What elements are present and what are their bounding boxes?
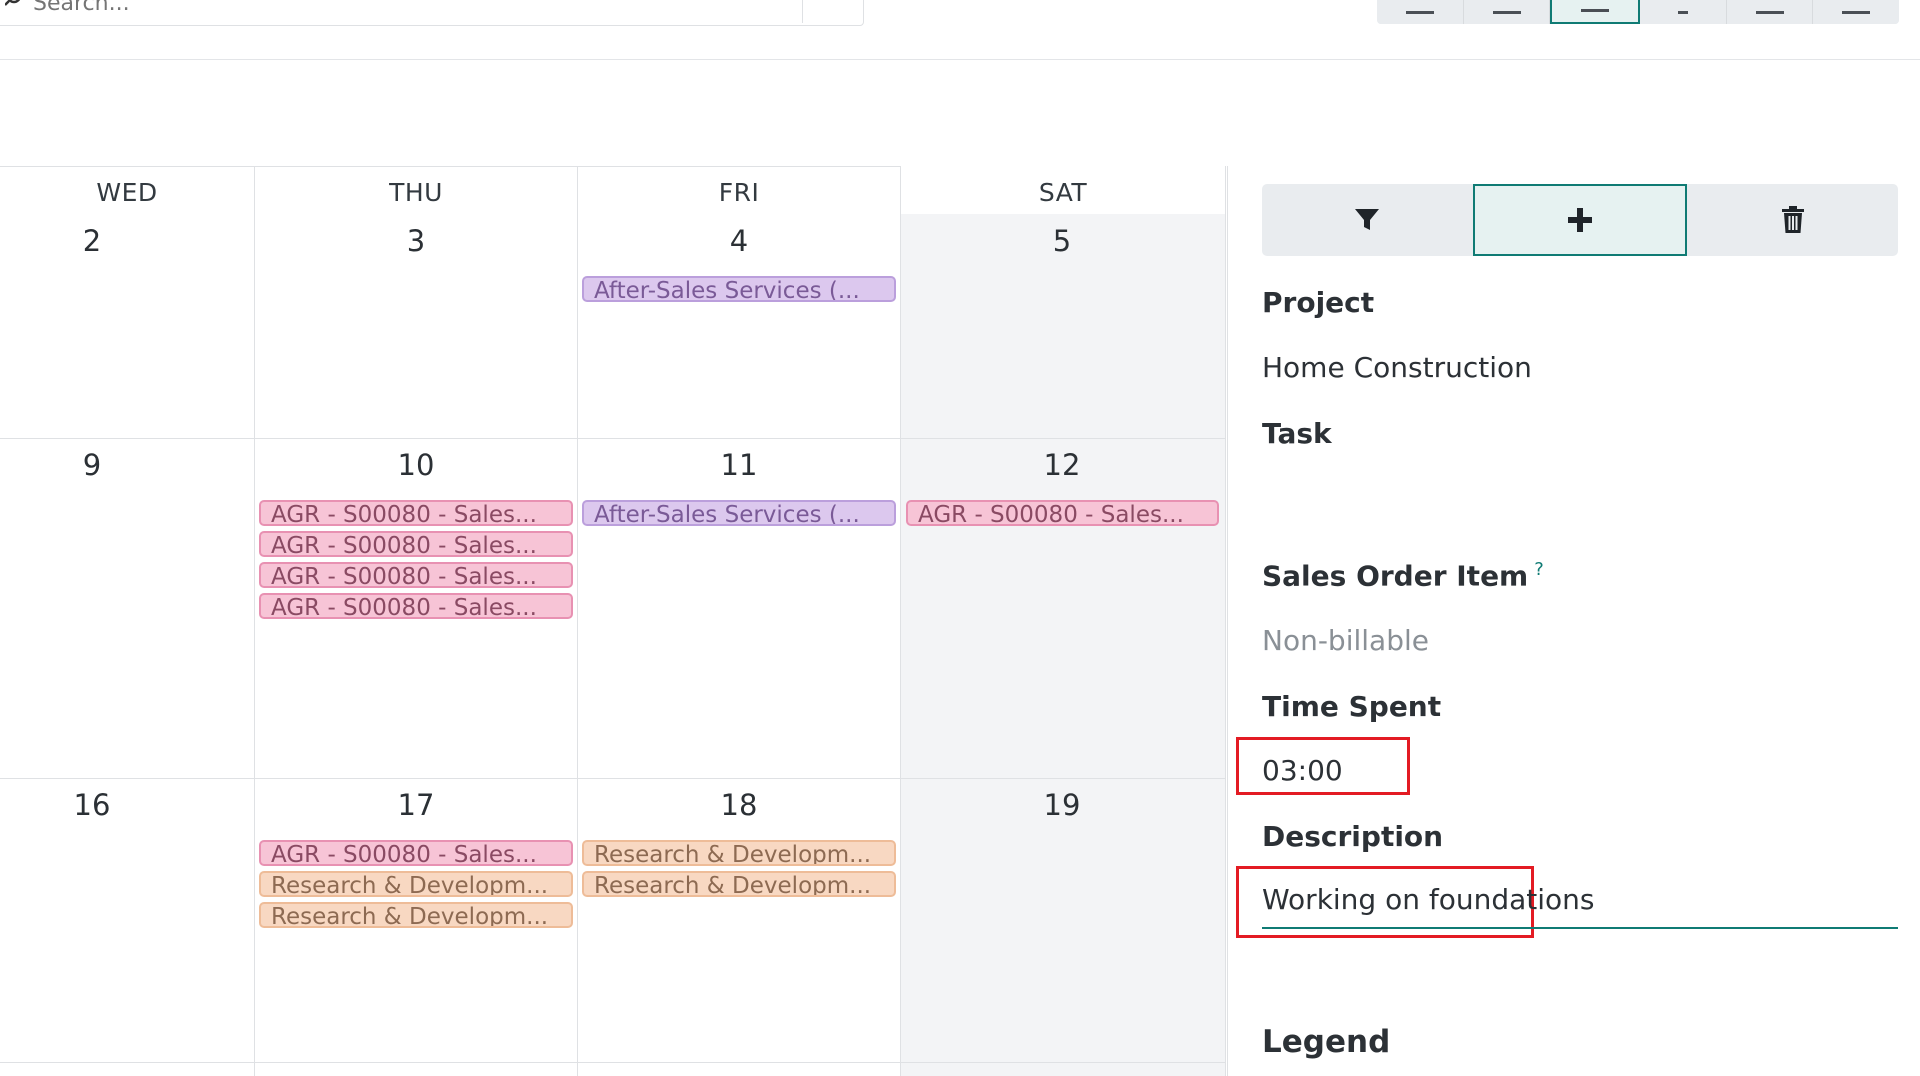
sales-order-label-text: Sales Order Item <box>1262 559 1529 593</box>
day-number[interactable]: 17 <box>376 788 456 822</box>
day-number[interactable]: 5 <box>1022 224 1102 258</box>
kanban-icon <box>1405 3 1434 14</box>
day-number[interactable]: 10 <box>376 448 456 482</box>
plus-icon <box>1568 208 1592 232</box>
day-number[interactable]: 11 <box>699 448 779 482</box>
calendar-icon <box>1581 1 1610 12</box>
calendar-event[interactable]: AGR - S00080 - Sales... <box>259 840 573 866</box>
day-number[interactable]: 4 <box>699 224 779 258</box>
day-header-sat: SAT <box>1038 178 1088 207</box>
calendar-column-wed: WED 2 9 16 <box>0 166 255 1076</box>
pivot-icon <box>1677 3 1688 14</box>
panel-toolbar <box>1262 184 1898 256</box>
calendar-column-sat: SAT 5 12 AGR - S00080 - Sales... 19 <box>901 166 1226 1076</box>
calendar-event[interactable]: After-Sales Services (... <box>582 276 896 302</box>
day-number[interactable]: 16 <box>52 788 132 822</box>
description-label: Description <box>1262 820 1444 853</box>
day-header-wed: WED <box>96 178 158 207</box>
calendar-event[interactable]: AGR - S00080 - Sales... <box>906 500 1219 526</box>
filter-button[interactable] <box>1262 184 1473 256</box>
week-divider <box>0 438 1226 439</box>
week-divider <box>0 1062 1226 1063</box>
list-icon <box>1492 3 1521 14</box>
day-number[interactable]: 19 <box>1022 788 1102 822</box>
sales-order-label: Sales Order Item? <box>1262 559 1544 592</box>
calendar-event[interactable]: AGR - S00080 - Sales... <box>259 531 573 557</box>
legend-label: Legend <box>1262 1024 1391 1060</box>
search-bar[interactable] <box>0 0 864 26</box>
day-number[interactable]: 2 <box>52 224 132 258</box>
day-number[interactable]: 12 <box>1022 448 1102 482</box>
week-divider <box>0 778 1226 779</box>
calendar-column-thu: THU 3 10 AGR - S00080 - Sales... AGR - S… <box>255 166 578 1076</box>
delete-button[interactable] <box>1687 184 1898 256</box>
day-number[interactable]: 18 <box>699 788 779 822</box>
add-button[interactable] <box>1472 184 1688 256</box>
description-underline <box>1262 927 1898 929</box>
calendar-event[interactable]: Research & Developm... <box>259 902 573 928</box>
side-panel: Project Home Construction Task Sales Ord… <box>1227 166 1920 1076</box>
time-spent-label: Time Spent <box>1262 690 1442 723</box>
calendar-column-fri: FRI 4 After-Sales Services (... 11 After… <box>578 166 901 1076</box>
project-value[interactable]: Home Construction <box>1262 351 1532 384</box>
calendar-month-view: WED 2 9 16 THU 3 10 AGR - S00080 - Sales… <box>0 166 1226 1076</box>
view-calendar-button[interactable] <box>1550 0 1641 24</box>
calendar-event[interactable]: AGR - S00080 - Sales... <box>259 562 573 588</box>
time-spent-input[interactable]: 03:00 <box>1262 754 1343 787</box>
calendar-event[interactable]: AGR - S00080 - Sales... <box>259 593 573 619</box>
calendar-event[interactable]: AGR - S00080 - Sales... <box>259 500 573 526</box>
grid-icon <box>1755 3 1784 14</box>
day-number[interactable]: 9 <box>52 448 132 482</box>
day-header-fri: FRI <box>718 178 760 207</box>
view-pivot-button[interactable] <box>1640 0 1727 24</box>
view-kanban-button[interactable] <box>1377 0 1464 24</box>
description-input[interactable]: Working on foundations <box>1262 883 1595 916</box>
project-label: Project <box>1262 286 1375 319</box>
calendar-event[interactable]: Research & Developm... <box>582 871 896 897</box>
calendar-event[interactable]: Research & Developm... <box>582 840 896 866</box>
calendar-event[interactable]: After-Sales Services (... <box>582 500 896 526</box>
activity-icon <box>1842 3 1871 14</box>
day-number[interactable]: 3 <box>376 224 456 258</box>
control-panel-divider <box>0 59 1920 60</box>
view-grid-button[interactable] <box>1726 0 1814 24</box>
view-list-button[interactable] <box>1463 0 1551 24</box>
view-activity-button[interactable] <box>1813 0 1899 24</box>
task-label: Task <box>1262 417 1332 450</box>
filter-icon <box>1355 209 1380 230</box>
view-switcher <box>1377 0 1899 24</box>
day-header-thu: THU <box>389 178 443 207</box>
search-icon <box>5 0 21 6</box>
help-tooltip-icon[interactable]: ? <box>1534 559 1544 580</box>
search-options-toggle[interactable] <box>802 0 863 23</box>
sales-order-value[interactable]: Non-billable <box>1262 624 1429 657</box>
calendar-event[interactable]: Research & Developm... <box>259 871 573 897</box>
search-input[interactable] <box>31 0 835 19</box>
trash-icon <box>1781 206 1804 233</box>
